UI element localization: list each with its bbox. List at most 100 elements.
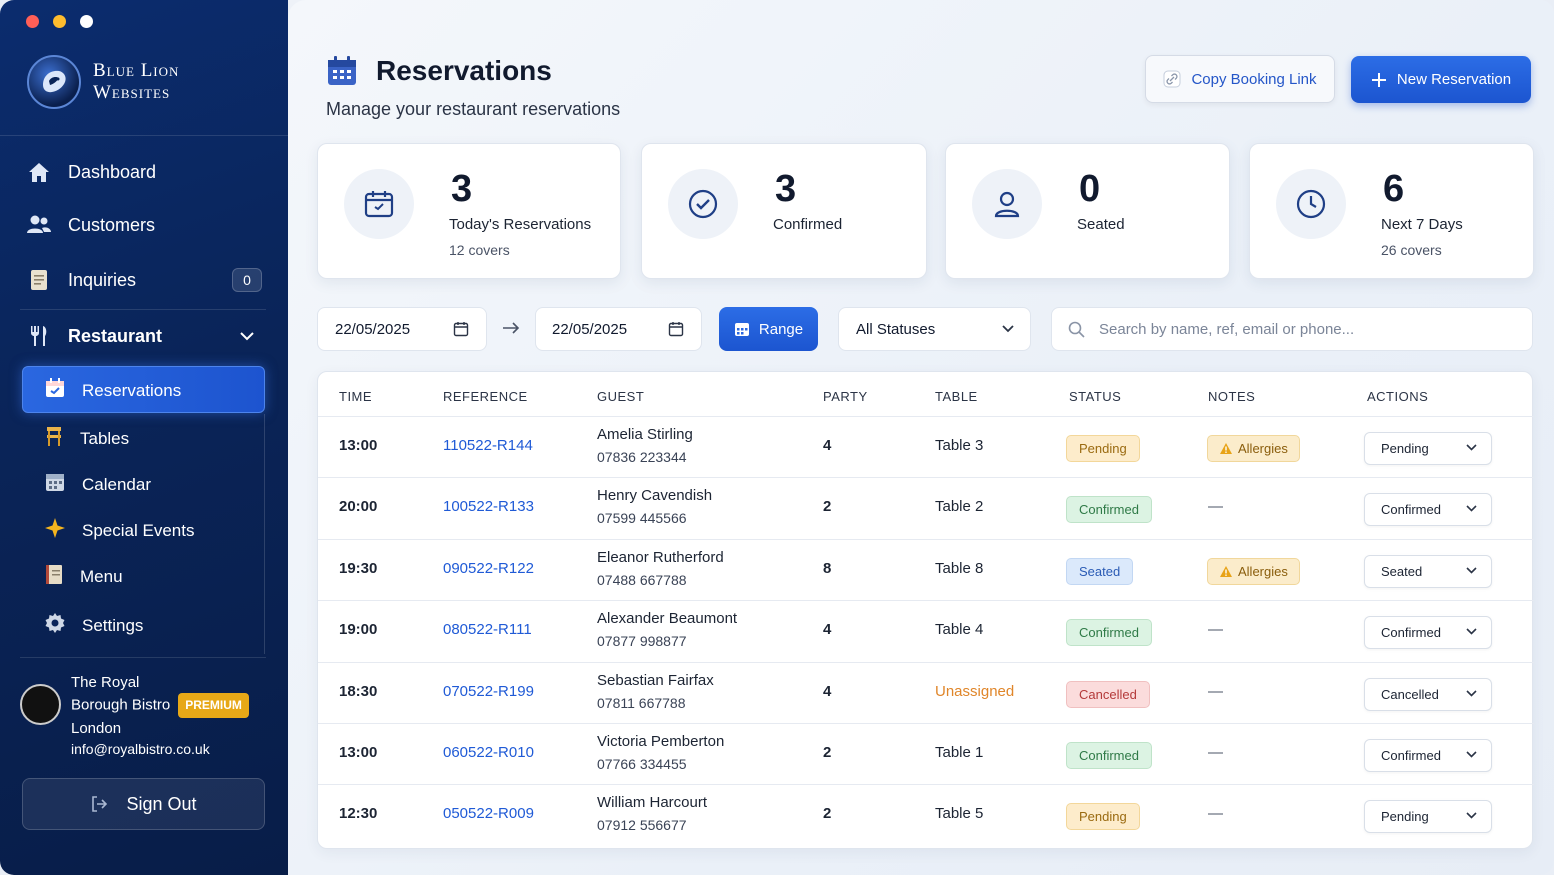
status-badge: Pending: [1066, 803, 1140, 831]
table-row[interactable]: 12:30 050522-R009 William Harcourt 07912…: [318, 784, 1534, 845]
minimize-window-button[interactable]: [53, 15, 66, 28]
lion-logo-icon: [27, 55, 81, 109]
window-controls: [26, 15, 93, 28]
date-from-field[interactable]: 22/05/2025: [317, 307, 487, 351]
table-row[interactable]: 13:00 060522-R010 Victoria Pemberton 077…: [318, 723, 1534, 784]
status-action-value: Seated: [1381, 563, 1423, 579]
search-input[interactable]: Search by name, ref, email or phone...: [1051, 307, 1533, 351]
sidebar-item-inquiries[interactable]: Inquiries 0: [26, 267, 266, 293]
sidebar-item-calendar[interactable]: Calendar: [44, 471, 151, 498]
sign-out-button[interactable]: Sign Out: [22, 778, 265, 830]
stat-card-seated: 0 Seated: [945, 143, 1230, 279]
status-badge: Cancelled: [1066, 680, 1150, 708]
status-badge: Confirmed: [1066, 619, 1152, 647]
sidebar-item-settings[interactable]: Settings: [44, 612, 143, 639]
table-row[interactable]: 20:00 100522-R133 Henry Cavendish 07599 …: [318, 477, 1534, 538]
sidebar-item-label: Menu: [80, 566, 123, 586]
chevron-down-icon: [1466, 444, 1477, 451]
maximize-window-button[interactable]: [80, 15, 93, 28]
cell-party: 4: [823, 682, 832, 700]
column-header-actions[interactable]: ACTIONS: [1367, 389, 1428, 404]
status-badge: Confirmed: [1066, 742, 1152, 769]
cell-time: 20:00: [339, 498, 378, 516]
guest-name: Sebastian Fairfax: [597, 671, 714, 689]
allergies-badge: Allergies: [1207, 435, 1300, 462]
range-button[interactable]: Range: [719, 307, 818, 351]
cell-party: 2: [823, 498, 832, 516]
sparkle-icon: [44, 517, 66, 544]
status-badge: Seated: [1066, 557, 1134, 585]
sidebar-item-special-events[interactable]: Special Events: [44, 517, 194, 544]
guest-phone: 07912 556677: [597, 817, 687, 834]
calendar-icon[interactable]: [668, 321, 684, 337]
stat-label: Confirmed: [773, 216, 843, 233]
stat-card-confirmed: 3 Confirmed: [641, 143, 927, 279]
allergies-badge: Allergies: [1207, 557, 1300, 585]
column-header-guest[interactable]: GUEST: [597, 389, 644, 404]
column-header-reference[interactable]: REFERENCE: [443, 389, 528, 404]
copy-booking-link-label: Copy Booking Link: [1191, 70, 1317, 88]
column-header-table[interactable]: TABLE: [935, 389, 978, 404]
status-action-select[interactable]: Cancelled: [1364, 677, 1492, 711]
cell-table: Table 8: [935, 559, 984, 577]
chevron-down-icon: [1002, 325, 1014, 333]
cell-time: 13:00: [339, 437, 378, 454]
date-to-field[interactable]: 22/05/2025: [535, 307, 702, 351]
status-action-select[interactable]: Pending: [1364, 800, 1492, 834]
table-row[interactable]: 13:00 110522-R144 Amelia Stirling 07836 …: [318, 416, 1534, 477]
reference-link[interactable]: 060522-R010: [443, 744, 534, 761]
calendar-icon[interactable]: [453, 321, 469, 337]
guest-phone: 07488 667788: [597, 571, 687, 588]
sidebar-item-customers[interactable]: Customers: [26, 212, 266, 238]
sidebar-item-menu[interactable]: Menu: [44, 563, 123, 590]
reference-link[interactable]: 070522-R199: [443, 683, 534, 700]
status-action-select[interactable]: Confirmed: [1364, 616, 1492, 650]
column-header-party[interactable]: PARTY: [823, 389, 868, 404]
divider: [0, 135, 288, 136]
home-icon: [26, 159, 52, 185]
table-row[interactable]: 18:30 070522-R199 Sebastian Fairfax 0781…: [318, 661, 1534, 723]
cell-table: Table 4: [935, 621, 984, 639]
reference-link[interactable]: 100522-R133: [443, 498, 534, 515]
table-row[interactable]: 19:30 090522-R122 Eleanor Rutherford 074…: [318, 538, 1534, 600]
clock-icon: [1276, 169, 1346, 239]
guest-phone: 07766 334455: [597, 756, 687, 772]
copy-booking-link-button[interactable]: Copy Booking Link: [1145, 55, 1335, 103]
status-filter-select[interactable]: All Statuses: [838, 307, 1031, 351]
column-header-status[interactable]: STATUS: [1069, 389, 1121, 404]
menu-book-icon: [44, 563, 64, 590]
users-icon: [26, 212, 52, 238]
sidebar-item-tables[interactable]: Tables: [44, 425, 129, 452]
guest-name: Amelia Stirling: [597, 426, 693, 443]
reference-link[interactable]: 090522-R122: [443, 560, 534, 577]
new-reservation-button[interactable]: New Reservation: [1351, 56, 1531, 103]
page-subtitle: Manage your restaurant reservations: [326, 99, 621, 119]
stat-covers: 12 covers: [449, 242, 510, 258]
column-header-notes[interactable]: NOTES: [1208, 389, 1255, 404]
status-action-select[interactable]: Confirmed: [1364, 739, 1492, 772]
page-title: Reservations: [376, 55, 552, 86]
sidebar-item-dashboard[interactable]: Dashboard: [26, 159, 266, 185]
reference-link[interactable]: 110522-R144: [443, 437, 533, 454]
sidebar-item-restaurant[interactable]: Restaurant: [26, 323, 266, 349]
stat-value: 3: [451, 168, 473, 210]
brand-logo[interactable]: Blue Lion Websites: [27, 55, 179, 109]
close-window-button[interactable]: [26, 15, 39, 28]
sidebar-item-label: Restaurant: [68, 325, 163, 346]
status-action-value: Pending: [1381, 809, 1429, 825]
guest-phone: 07836 223344: [597, 449, 687, 465]
cell-party: 2: [823, 805, 832, 823]
app-window: Blue Lion Websites Dashboard Customers I…: [0, 0, 1554, 875]
sidebar-item-label: Reservations: [82, 380, 182, 400]
status-action-select[interactable]: Confirmed: [1364, 493, 1492, 527]
reference-link[interactable]: 050522-R009: [443, 805, 534, 822]
status-action-select[interactable]: Pending: [1364, 432, 1492, 465]
table-row[interactable]: 19:00 080522-R111 Alexander Beaumont 078…: [318, 600, 1534, 661]
chevron-down-icon: [1466, 751, 1477, 758]
sidebar-item-reservations[interactable]: Reservations: [44, 377, 181, 404]
restaurant-profile[interactable]: The Royal Borough Bistro PREMIUM London i…: [20, 672, 249, 760]
reference-link[interactable]: 080522-R111: [443, 621, 532, 638]
column-header-time[interactable]: TIME: [339, 389, 372, 404]
status-action-select[interactable]: Seated: [1364, 554, 1492, 588]
sidebar-item-label: Calendar: [82, 474, 151, 494]
